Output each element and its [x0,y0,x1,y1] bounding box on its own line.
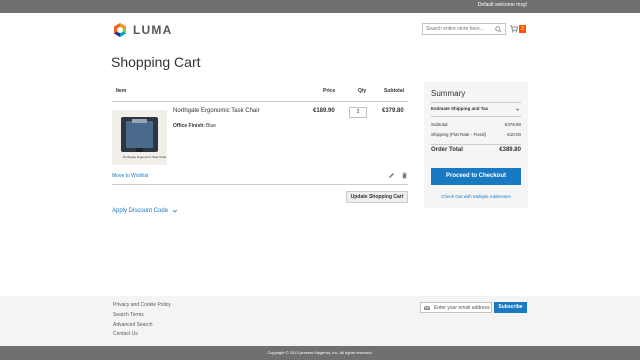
product-image[interactable]: Northgate Ergonomic Task Chair [112,110,167,165]
divider [431,144,521,145]
welcome-message: Default welcome msg! [477,2,527,8]
footer-link-search-terms[interactable]: Search Terms [113,312,144,318]
chevron-down-icon [172,209,178,213]
column-header-price: Price [323,88,336,94]
divider [112,184,408,185]
divider [112,101,408,102]
qty-input[interactable]: 2 [349,107,367,118]
search-input[interactable] [426,26,492,32]
divider [431,116,521,117]
order-total-value: €389.80 [499,147,521,153]
order-summary: Summary Estimate Shipping and Tax Subtot… [424,82,528,208]
proceed-to-checkout-button[interactable]: Proceed to Checkout [431,168,521,185]
shipping-value: €10.00 [507,132,521,137]
top-bar: Default welcome msg! [0,0,640,13]
product-image-caption: Northgate Ergonomic Task Chair [123,155,167,159]
summary-title: Summary [431,89,466,98]
multiple-addresses-link[interactable]: Check Out with Multiple Addresses [424,194,528,199]
page-title: Shopping Cart [111,54,201,70]
search-icon[interactable] [495,26,502,33]
estimate-shipping-toggle[interactable]: Estimate Shipping and Tax [431,106,488,111]
product-name-link[interactable]: Northgate Ergonomic Task Chair [173,108,260,114]
copyright-text: Copyright © 2013-present Magento, Inc. A… [267,350,373,355]
shipping-label: Shipping (Flat Rate - Fixed) [431,132,487,137]
column-header-qty: Qty [358,88,367,94]
apply-discount-toggle[interactable]: Apply Discount Code [112,208,178,214]
option-value: Blue [206,123,217,129]
newsletter-field[interactable]: Enter your email address [420,302,492,313]
cart-count-badge[interactable]: 2 [519,25,526,33]
luma-logo[interactable]: LUMA [112,22,172,38]
newsletter-input[interactable]: Enter your email address [434,305,490,311]
item-subtotal: €379.80 [382,108,404,114]
order-total-label: Order Total [431,147,463,153]
trash-icon[interactable] [401,172,408,179]
discount-label: Apply Discount Code [112,208,169,214]
item-price: €189.90 [313,108,335,114]
update-cart-button[interactable]: Update Shopping Cart [346,191,408,203]
luma-logo-icon [114,23,126,37]
move-to-wishlist-link[interactable]: Move to Wishlist [112,173,148,179]
divider [431,102,521,103]
subtotal-label: Subtotal [431,122,448,127]
subscribe-button[interactable]: Subscribe [494,302,527,313]
footer-link-privacy[interactable]: Privacy and Cookie Policy [113,302,171,308]
chevron-down-icon[interactable] [515,107,520,112]
cart-icon[interactable] [510,25,518,33]
search-box[interactable] [422,23,506,35]
subtotal-value: €379.80 [504,122,521,127]
footer: Privacy and Cookie Policy Search Terms A… [0,296,640,346]
column-header-subtotal: Subtotal [384,88,404,94]
logo-text: LUMA [133,23,173,37]
edit-icon[interactable] [388,172,395,179]
mail-icon [424,306,430,310]
copyright-bar: Copyright © 2013-present Magento, Inc. A… [0,346,640,360]
footer-link-advanced-search[interactable]: Advanced Search [113,322,152,328]
option-label: Office Finish: [173,123,205,129]
column-header-item: Item [116,88,127,94]
footer-link-contact[interactable]: Contact Us [113,331,138,337]
